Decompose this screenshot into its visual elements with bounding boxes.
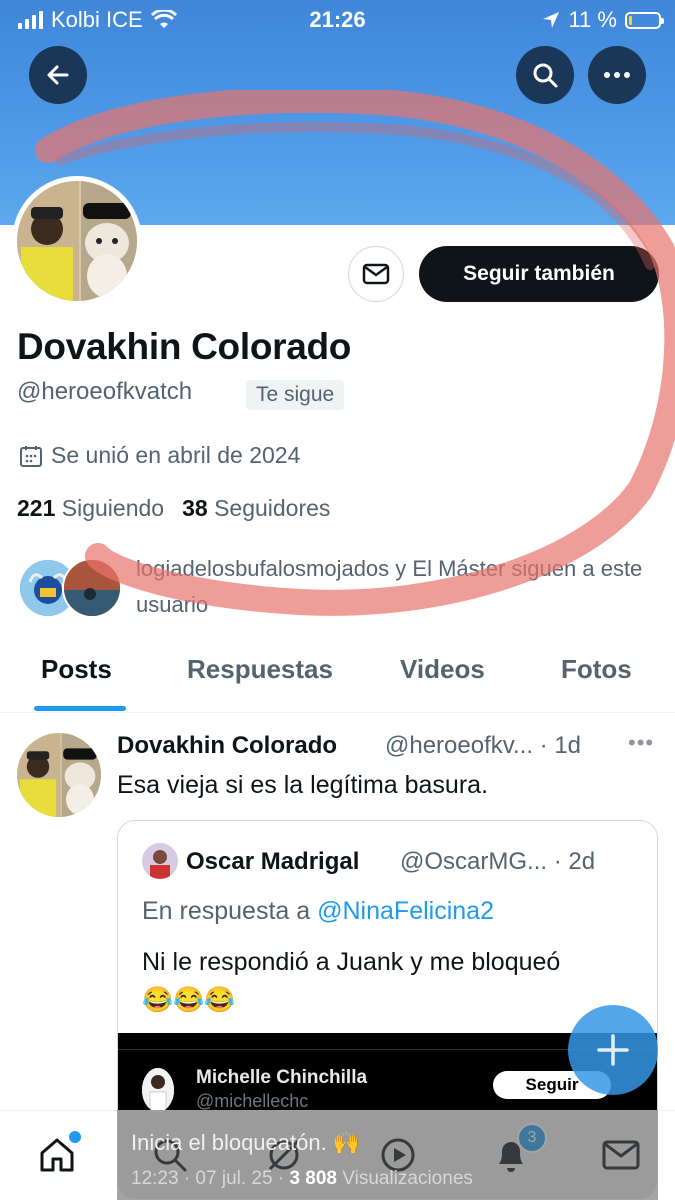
back-arrow-icon xyxy=(47,65,69,85)
more-icon xyxy=(604,72,630,78)
status-right: 11 % xyxy=(542,7,664,33)
follow-back-button[interactable]: Seguir también xyxy=(419,246,659,302)
plus-icon xyxy=(597,1034,629,1066)
quote-avatar xyxy=(142,843,178,879)
active-tab-indicator xyxy=(34,706,126,711)
overlaid-tweet-strip: Inicia el bloqueatón. 🙌 12:23 · 07 jul. … xyxy=(117,1110,658,1200)
mutual-followers-text[interactable]: logiadelosbufalosmojados y El Máster sig… xyxy=(136,551,666,623)
tab-posts[interactable]: Posts xyxy=(41,654,112,685)
tweet-avatar[interactable] xyxy=(17,733,101,817)
reply-to-link[interactable]: @NinaFelicina2 xyxy=(317,897,494,925)
home-badge-dot xyxy=(67,1129,83,1145)
tweet-author-handle: @heroeofkv... · 1d xyxy=(385,732,582,759)
laughing-emojis: 😂😂😂 xyxy=(142,986,236,1014)
tab-photos[interactable]: Fotos xyxy=(561,654,632,685)
quote-author-handle: @OscarMG... · 2d xyxy=(400,848,596,875)
calendar-icon xyxy=(20,445,42,467)
compose-button[interactable] xyxy=(568,1005,658,1095)
quote-author-name: Oscar Madrigal xyxy=(186,848,360,875)
back-button[interactable] xyxy=(29,46,87,104)
tweet-text: Esa vieja si es la legítima basura. xyxy=(117,771,489,799)
followers-link[interactable]: 38 Seguidores xyxy=(182,495,330,522)
media-avatar xyxy=(142,1068,174,1112)
overlay-tweet-meta: 12:23 · 07 jul. 25 · 3 808 Visualizacion… xyxy=(131,1168,473,1189)
tab-replies[interactable]: Respuestas xyxy=(187,654,333,685)
join-date-text: Se unió en abril de 2024 xyxy=(51,442,301,468)
mail-icon xyxy=(362,263,390,285)
search-icon xyxy=(533,63,558,88)
search-button[interactable] xyxy=(516,46,574,104)
nav-home[interactable] xyxy=(35,1129,83,1177)
more-options-button[interactable] xyxy=(588,46,646,104)
profile-tabs: Posts Respuestas Videos Fotos xyxy=(0,640,675,713)
avatar-image xyxy=(17,181,137,301)
status-bar: Kolbi ICE 21:26 11 % xyxy=(0,0,675,40)
quote-reply-context: En respuesta a @NinaFelicina2 xyxy=(142,897,494,925)
join-date: Se unió en abril de 2024 xyxy=(19,442,300,469)
follows-you-badge: Te sigue xyxy=(246,380,345,410)
tweet-author-name[interactable]: Dovakhin Colorado xyxy=(117,732,337,760)
profile-avatar[interactable] xyxy=(12,176,142,306)
tweet-more-icon[interactable]: ••• xyxy=(628,730,654,756)
follow-counts: 221 Siguiendo 38 Seguidores xyxy=(17,495,330,522)
profile-handle: @heroeofkvatch xyxy=(17,378,193,405)
tab-videos[interactable]: Videos xyxy=(400,654,485,685)
media-author-handle: @michellechc xyxy=(196,1091,309,1111)
mutual-avatar-2 xyxy=(62,558,122,618)
battery-percent: 11 % xyxy=(568,7,617,32)
quote-text: Ni le respondió a Juank y me bloqueó 😂😂😂 xyxy=(142,943,642,1019)
message-button[interactable] xyxy=(348,246,404,302)
overlay-tweet-text: Inicia el bloqueatón. 🙌 xyxy=(131,1130,361,1155)
following-link[interactable]: 221 Siguiendo xyxy=(17,495,164,522)
profile-name: Dovakhin Colorado xyxy=(17,326,352,367)
media-author-name: Michelle Chinchilla xyxy=(196,1067,368,1088)
location-icon xyxy=(543,12,560,28)
battery-icon xyxy=(625,11,664,29)
